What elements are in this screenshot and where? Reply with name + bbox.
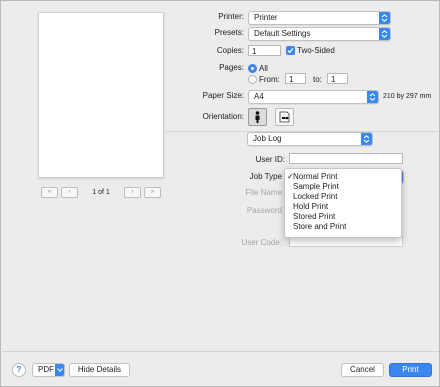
printer-value: Printer (254, 13, 278, 22)
password-label: Password (246, 206, 282, 215)
copies-label: Copies: (216, 46, 244, 55)
job-type-label: Job Type (249, 172, 282, 181)
pages-from-field[interactable]: 1 (285, 73, 306, 84)
file-name-label: File Name (245, 188, 282, 197)
printer-popup[interactable]: Printer (248, 11, 391, 25)
orientation-landscape-button[interactable] (275, 108, 294, 126)
paper-size-popup[interactable]: A4 (248, 90, 379, 104)
user-code-label: User Code: (241, 238, 282, 247)
paper-size-label: Paper Size: (202, 91, 244, 100)
pages-from-label: From: (259, 75, 280, 84)
print-dialog: « ‹ 1 of 1 › » Printer: Printer Presets:… (0, 0, 440, 387)
section-popup[interactable]: Job Log (247, 132, 373, 146)
user-id-label: User ID: (255, 155, 285, 164)
print-button[interactable]: Print (389, 363, 432, 377)
job-type-option-stored-print[interactable]: Stored Print (285, 212, 401, 222)
job-type-option-hold-print[interactable]: Hold Print (285, 202, 401, 212)
last-page-button[interactable]: » (144, 187, 161, 198)
job-type-option-sample-print[interactable]: Sample Print (285, 182, 401, 192)
pages-from-radio[interactable] (248, 75, 257, 84)
pdf-menu-button[interactable]: PDF (32, 363, 65, 377)
two-sided-label: Two-Sided (297, 46, 335, 55)
pages-to-label: to: (313, 75, 322, 84)
chevron-updown-icon (379, 12, 390, 24)
pages-to-field[interactable]: 1 (327, 73, 348, 84)
chevron-updown-icon (361, 133, 372, 145)
page-preview (38, 12, 164, 178)
two-sided-checkbox[interactable] (286, 46, 295, 55)
presets-label: Presets: (214, 28, 244, 37)
chevron-updown-icon (367, 91, 378, 103)
job-type-menu: ✓ Normal Print Sample Print Locked Print… (284, 168, 402, 238)
help-button[interactable]: ? (12, 363, 26, 377)
presets-popup[interactable]: Default Settings (248, 27, 391, 41)
orientation-label: Orientation: (202, 112, 244, 121)
user-id-field[interactable] (289, 153, 403, 164)
presets-value: Default Settings (254, 29, 311, 38)
page-indicator: 1 of 1 (92, 189, 110, 196)
pages-all-label: All (259, 64, 268, 73)
job-type-option-normal-print[interactable]: ✓ Normal Print (285, 172, 401, 182)
next-page-button[interactable]: › (124, 187, 141, 198)
paper-size-value: A4 (254, 92, 264, 101)
section-value: Job Log (253, 134, 282, 143)
pdf-label: PDF (38, 365, 54, 374)
cancel-button[interactable]: Cancel (341, 363, 384, 377)
footer-separator (2, 351, 439, 352)
chevron-updown-icon (379, 28, 390, 40)
paper-dimensions: 210 by 297 mm (383, 93, 432, 100)
previous-page-button[interactable]: ‹ (61, 187, 78, 198)
pages-label: Pages: (219, 63, 244, 72)
printer-label: Printer: (218, 12, 244, 21)
portrait-icon (255, 111, 260, 123)
first-page-button[interactable]: « (41, 187, 58, 198)
orientation-portrait-button[interactable] (248, 108, 267, 126)
job-type-option-locked-print[interactable]: Locked Print (285, 192, 401, 202)
landscape-icon (279, 111, 290, 123)
chevron-down-icon (55, 364, 64, 376)
job-type-option-store-and-print[interactable]: Store and Print (285, 222, 401, 232)
hide-details-button[interactable]: Hide Details (69, 363, 130, 377)
copies-field[interactable]: 1 (248, 45, 281, 56)
pages-all-radio[interactable] (248, 64, 257, 73)
